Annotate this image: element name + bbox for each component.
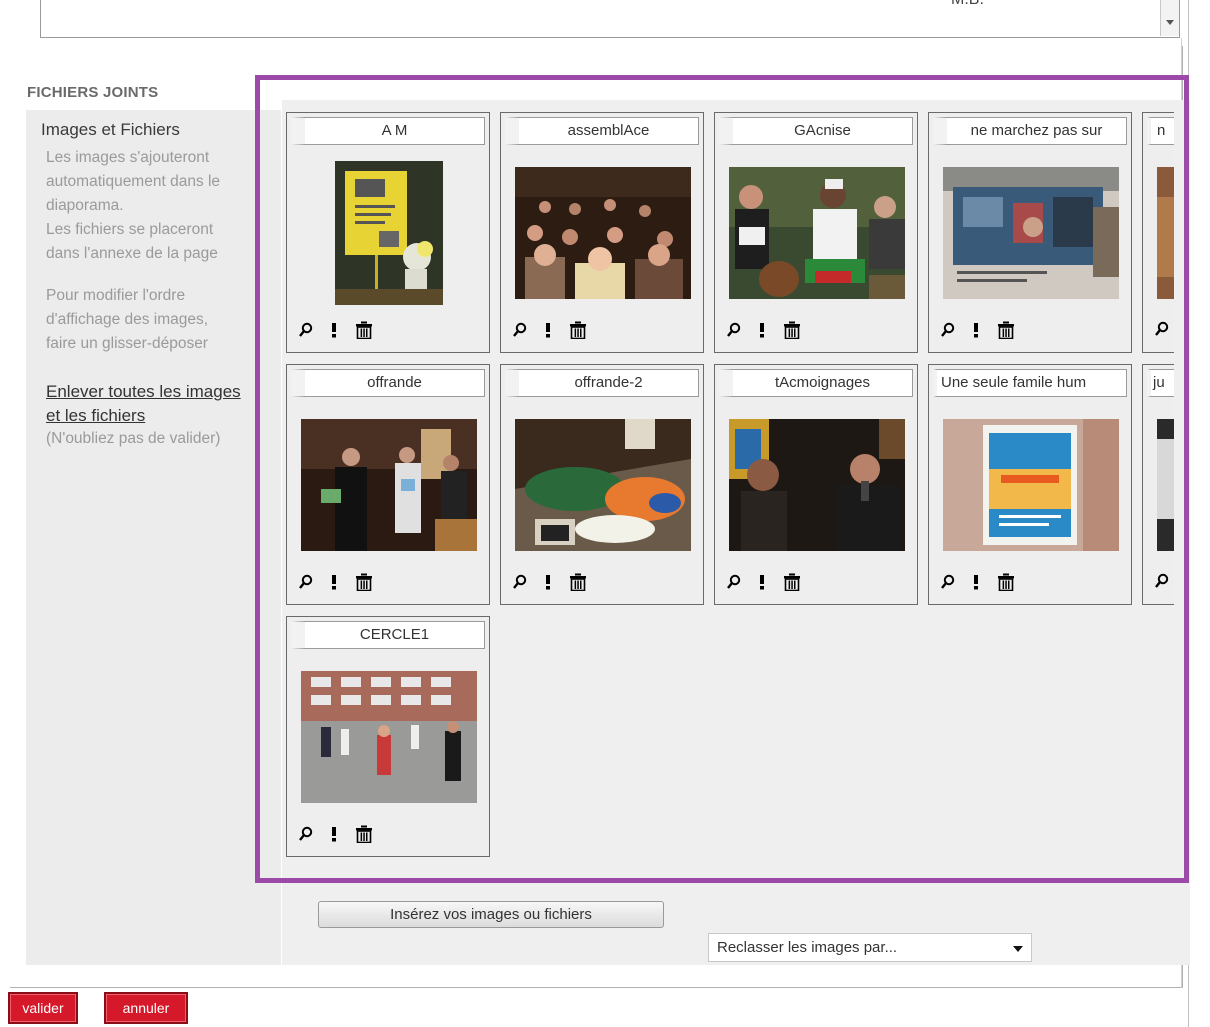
magnifier-icon[interactable] <box>1155 321 1169 342</box>
attachment-card[interactable]: A M <box>286 112 490 353</box>
card-actions <box>299 825 386 845</box>
help-text-1: Les images s'ajouteront automatiquement … <box>46 149 221 262</box>
card-title-input[interactable]: A M <box>291 117 485 145</box>
cancel-button[interactable]: annuler <box>104 992 188 1024</box>
card-title-input[interactable]: GAcnise <box>719 117 913 145</box>
thumbnail-image[interactable] <box>335 161 443 305</box>
magnifier-icon[interactable] <box>513 574 527 595</box>
thumbnail-image[interactable] <box>515 167 691 299</box>
thumbnail-image[interactable] <box>729 419 905 551</box>
trash-icon[interactable] <box>355 321 372 344</box>
card-actions <box>299 321 386 341</box>
thumbnail-image[interactable] <box>301 419 477 551</box>
help-title: Images et Fichiers <box>41 120 180 139</box>
magnifier-icon[interactable] <box>513 322 527 343</box>
textarea-text: M.B. <box>951 0 984 9</box>
trash-icon[interactable] <box>997 321 1014 344</box>
attachment-card[interactable]: tAcmoignages <box>714 364 918 605</box>
card-title-input[interactable]: assemblAce <box>505 117 699 145</box>
help-text-2: Pour modifier l'ordre d'affichage des im… <box>46 287 209 352</box>
card-actions <box>299 573 386 593</box>
magnifier-icon[interactable] <box>299 826 313 847</box>
thumbnail-image[interactable] <box>943 419 1119 551</box>
card-title-input[interactable]: offrande <box>291 369 485 397</box>
trash-icon[interactable] <box>997 573 1014 596</box>
exclamation-icon[interactable] <box>331 322 337 343</box>
attachment-card[interactable]: Une seule famile hum <box>928 364 1132 605</box>
card-title-input[interactable]: ju <box>1147 369 1174 397</box>
textarea-scrollbar[interactable] <box>1160 0 1179 36</box>
card-actions <box>513 573 600 593</box>
exclamation-icon[interactable] <box>973 574 979 595</box>
validate-button[interactable]: valider <box>8 992 78 1024</box>
card-actions <box>1155 573 1174 593</box>
card-actions <box>727 573 814 593</box>
remove-all-link[interactable]: Enlever toutes les images et les fichier… <box>46 380 246 428</box>
card-actions <box>941 573 1028 593</box>
magnifier-icon[interactable] <box>941 574 955 595</box>
sort-select-value: Reclasser les images par... <box>717 939 898 956</box>
scroll-down-icon[interactable] <box>1166 20 1174 25</box>
card-actions <box>941 321 1028 341</box>
sort-images-select[interactable]: Reclasser les images par... <box>708 933 1032 962</box>
magnifier-icon[interactable] <box>299 322 313 343</box>
trash-icon[interactable] <box>783 321 800 344</box>
card-title-input[interactable]: ne marchez pas sur <box>933 117 1127 145</box>
trash-icon[interactable] <box>355 825 372 848</box>
trash-icon[interactable] <box>569 321 586 344</box>
section-title: FICHIERS JOINTS <box>27 84 159 101</box>
attachment-card[interactable]: offrande <box>286 364 490 605</box>
card-title-input[interactable]: tAcmoignages <box>719 369 913 397</box>
card-title-input[interactable]: offrande-2 <box>505 369 699 397</box>
thumbnail-image[interactable] <box>943 167 1119 299</box>
attachment-card[interactable]: assemblAce <box>500 112 704 353</box>
trash-icon[interactable] <box>569 573 586 596</box>
attachment-card[interactable]: GAcnise <box>714 112 918 353</box>
remove-note: (N'oubliez pas de valider) <box>46 430 221 447</box>
card-title-input[interactable]: n <box>1147 117 1174 145</box>
card-actions <box>513 321 600 341</box>
magnifier-icon[interactable] <box>1155 573 1169 594</box>
attachment-card[interactable]: n <box>1142 112 1174 353</box>
magnifier-icon[interactable] <box>941 322 955 343</box>
exclamation-icon[interactable] <box>759 574 765 595</box>
card-title-input[interactable]: Une seule famile hum <box>933 369 1127 397</box>
exclamation-icon[interactable] <box>545 574 551 595</box>
attachment-card[interactable]: offrande-2 <box>500 364 704 605</box>
magnifier-icon[interactable] <box>299 574 313 595</box>
thumbnail-image[interactable] <box>301 671 477 803</box>
trash-icon[interactable] <box>783 573 800 596</box>
thumbnail-gallery: A M assemblAce GAcnise ne marchez pas su… <box>284 108 1174 868</box>
insert-files-button[interactable]: Insérez vos images ou fichiers <box>318 901 664 928</box>
thumbnail-image[interactable] <box>729 167 905 299</box>
help-panel: Images et Fichiers Les images s'ajoutero… <box>26 110 281 965</box>
attachment-card[interactable]: CERCLE1 <box>286 616 490 857</box>
exclamation-icon[interactable] <box>759 322 765 343</box>
trash-icon[interactable] <box>355 573 372 596</box>
exclamation-icon[interactable] <box>331 826 337 847</box>
card-title-input[interactable]: CERCLE1 <box>291 621 485 649</box>
magnifier-icon[interactable] <box>727 322 741 343</box>
thumbnail-image[interactable] <box>1157 419 1174 551</box>
attachment-card[interactable]: ju <box>1142 364 1174 605</box>
description-textarea[interactable]: M.B. <box>40 0 1180 38</box>
magnifier-icon[interactable] <box>727 574 741 595</box>
card-actions <box>727 321 814 341</box>
exclamation-icon[interactable] <box>331 574 337 595</box>
attachment-card[interactable]: ne marchez pas sur <box>928 112 1132 353</box>
thumbnail-image[interactable] <box>1157 167 1174 299</box>
thumbnail-image[interactable] <box>515 419 691 551</box>
exclamation-icon[interactable] <box>973 322 979 343</box>
chevron-down-icon <box>1013 946 1023 952</box>
exclamation-icon[interactable] <box>545 322 551 343</box>
card-actions <box>1155 321 1174 341</box>
